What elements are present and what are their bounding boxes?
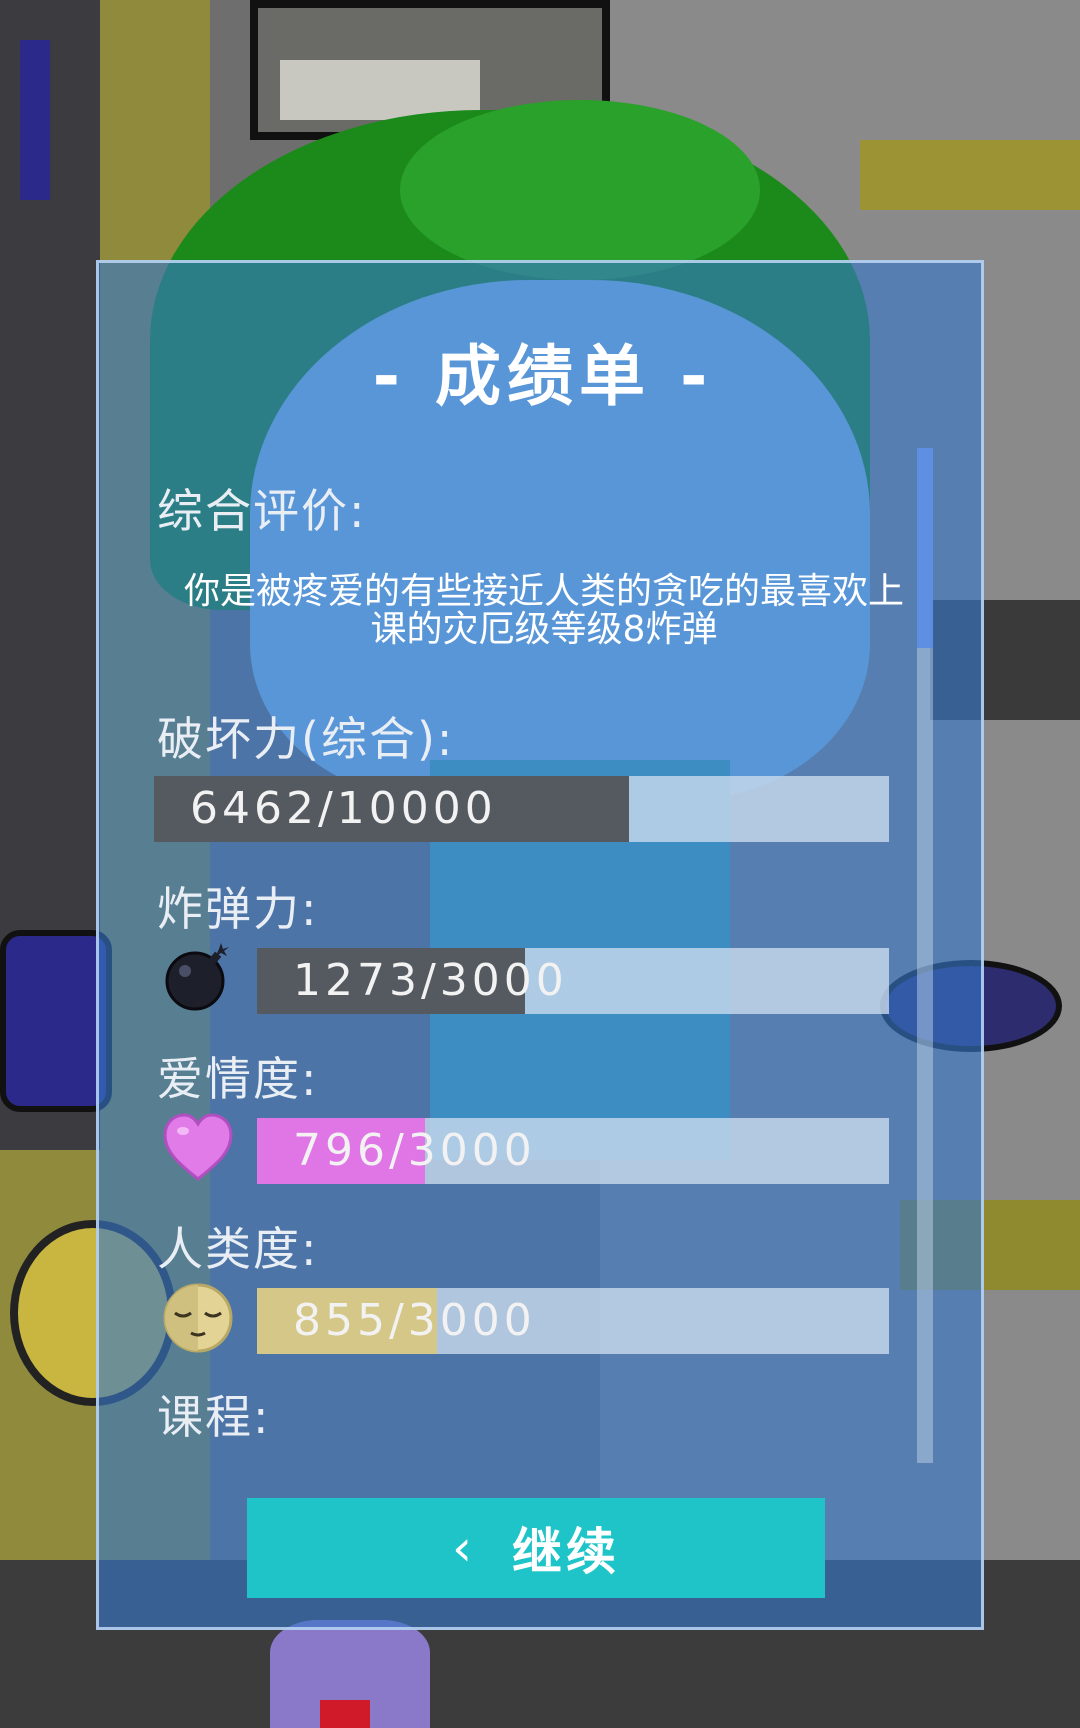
background-plant-top — [400, 100, 760, 280]
panel-title: - 成绩单 - — [372, 338, 714, 415]
heart-icon — [161, 1111, 235, 1185]
game-screen: - 成绩单 - 综合评价: 你是被疼爱的有些接近人类的贪吃的最喜欢上课的灾厄级等… — [0, 0, 1080, 1728]
report-card-panel: - 成绩单 - 综合评价: 你是被疼爱的有些接近人类的贪吃的最喜欢上课的灾厄级等… — [96, 260, 984, 1630]
humanity-value: 855/3000 — [293, 1295, 536, 1346]
love-value: 796/3000 — [293, 1125, 536, 1176]
overall-evaluation-label: 综合评价: — [157, 484, 367, 538]
humanity-bar: 855/3000 — [257, 1288, 889, 1354]
continue-label: 继续 — [512, 1523, 620, 1581]
background-creature-mouth — [320, 1700, 370, 1728]
background-books — [20, 40, 50, 200]
chevron-left-icon: ‹ — [452, 1519, 476, 1577]
bomb-power-bar: 1273/3000 — [257, 948, 889, 1014]
love-label: 爱情度: — [157, 1052, 319, 1106]
bomb-icon — [161, 939, 235, 1013]
love-bar: 796/3000 — [257, 1118, 889, 1184]
sleeping-face-icon — [161, 1281, 235, 1355]
overall-evaluation-text: 你是被疼爱的有些接近人类的贪吃的最喜欢上课的灾厄级等级8炸弹 — [183, 571, 904, 650]
bomb-power-label: 炸弹力: — [157, 882, 319, 936]
continue-button[interactable]: ‹ 继续 — [247, 1498, 825, 1598]
destruction-value: 6462/10000 — [190, 783, 497, 834]
course-label: 课程: — [157, 1390, 271, 1444]
scrollbar-thumb[interactable] — [917, 448, 933, 648]
background-right-stripe — [860, 140, 1080, 210]
destruction-bar: 6462/10000 — [154, 776, 889, 842]
destruction-label: 破坏力(综合): — [157, 712, 455, 766]
panel-scrollbar[interactable] — [917, 448, 933, 1463]
humanity-label: 人类度: — [157, 1222, 319, 1276]
bomb-power-value: 1273/3000 — [293, 955, 568, 1006]
